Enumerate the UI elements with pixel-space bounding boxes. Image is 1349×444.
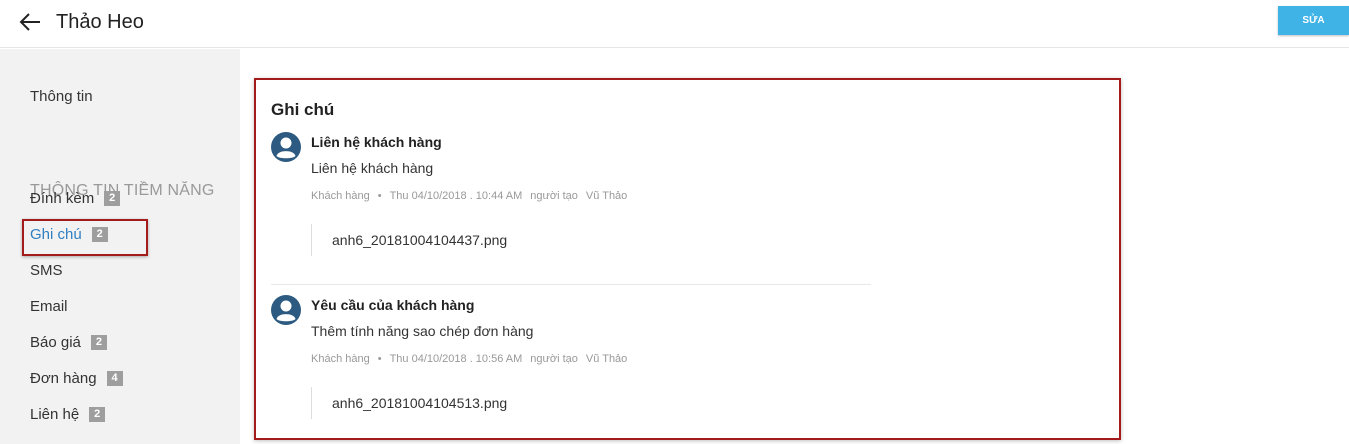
note-creator: Vũ Thảo xyxy=(585,353,628,365)
back-arrow-icon[interactable] xyxy=(18,11,42,33)
note-attachment[interactable]: anh6_20181004104513.png xyxy=(311,387,507,419)
note-datetime: Thu 04/10/2018 . 10:44 AM xyxy=(389,190,523,202)
note-body: Thêm tính năng sao chép đơn hàng xyxy=(311,323,534,339)
sidebar-item-email[interactable]: Email xyxy=(30,298,68,315)
sidebar-item-label: Liên hệ xyxy=(30,406,80,423)
active-item-highlight xyxy=(22,219,148,256)
count-badge: 2 xyxy=(104,191,121,206)
sidebar-item-quotes[interactable]: Báo giá 2 xyxy=(30,334,107,351)
page-title: Thảo Heo xyxy=(56,11,144,33)
count-badge: 2 xyxy=(90,335,107,350)
sidebar-item-contacts[interactable]: Liên hệ 2 xyxy=(30,406,106,423)
sidebar-item-label: Đơn hàng xyxy=(30,370,97,387)
count-badge: 4 xyxy=(106,371,123,386)
top-bar: Thảo Heo SỬA xyxy=(0,0,1349,48)
sidebar-item-orders[interactable]: Đơn hàng 4 xyxy=(30,370,123,387)
sidebar-item-label: Báo giá xyxy=(30,334,81,351)
note-title[interactable]: Liên hệ khách hàng xyxy=(311,134,442,150)
sidebar-item-sms[interactable]: SMS xyxy=(30,262,63,279)
user-avatar-icon xyxy=(271,295,301,325)
note-divider xyxy=(271,284,871,285)
section-title: Ghi chú xyxy=(271,100,335,119)
sidebar-item-label: Đính kèm xyxy=(30,190,95,207)
note-datetime: Thu 04/10/2018 . 10:56 AM xyxy=(389,353,523,365)
count-badge: 2 xyxy=(89,407,106,422)
sidebar-item-label: Email xyxy=(30,298,68,315)
note-body: Liên hệ khách hàng xyxy=(311,160,434,176)
note-creator: Vũ Thảo xyxy=(585,190,628,202)
sidebar-item-label: SMS xyxy=(30,262,63,279)
meta-separator-dot: • xyxy=(377,190,382,202)
note-category: Khách hàng xyxy=(311,353,370,365)
user-avatar-icon xyxy=(271,132,301,162)
note-creator-label: người tạo xyxy=(530,353,578,365)
meta-separator-dot: • xyxy=(377,353,382,365)
note-title[interactable]: Yêu cầu của khách hàng xyxy=(311,297,474,313)
note-creator-label: người tạo xyxy=(530,190,578,202)
note-category: Khách hàng xyxy=(311,190,370,202)
sidebar-item-info[interactable]: Thông tin xyxy=(30,88,93,105)
note-meta: Khách hàng • Thu 04/10/2018 . 10:44 AM ngườ… xyxy=(311,190,627,202)
note-meta: Khách hàng • Thu 04/10/2018 . 10:56 AM ngườ… xyxy=(311,353,627,365)
edit-button[interactable]: SỬA xyxy=(1278,6,1349,35)
notes-panel: Ghi chú Liên hệ khách hàng Liên hệ khách… xyxy=(254,78,1121,440)
sidebar-item-attachments[interactable]: Đính kèm 2 xyxy=(30,190,121,207)
note-attachment[interactable]: anh6_20181004104437.png xyxy=(311,224,507,256)
